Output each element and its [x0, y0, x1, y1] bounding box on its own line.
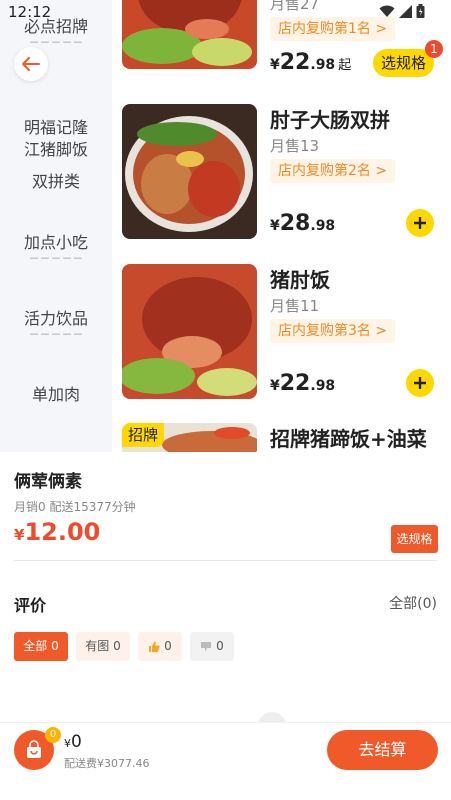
product-price: ¥22.98 — [270, 371, 336, 396]
detail-product-name: 俩荤俩素 — [14, 472, 82, 492]
product-name: 肘子大肠双拼 — [270, 108, 390, 132]
detail-product-price: ¥12.00 — [14, 518, 101, 546]
back-button[interactable] — [14, 47, 48, 81]
delivery-fee: 配送费¥3077.46 — [64, 757, 150, 770]
sidebar-item-extra-meat[interactable]: 单加肉 — [0, 384, 112, 406]
product-card[interactable]: 肘子大肠双拼 月售13 店内复购第2名 > ¥28.98 — [122, 104, 442, 239]
product-price: ¥28.98 — [270, 211, 336, 236]
shopping-bag-icon — [27, 740, 41, 758]
sidebar-item-label: 加点小吃 — [23, 233, 88, 252]
add-to-cart-button[interactable] — [406, 209, 434, 237]
sidebar-item-label: 单加肉 — [31, 385, 80, 404]
battery-icon — [416, 4, 425, 18]
cart-total: ¥0 — [64, 732, 82, 752]
cart-item-count-badge: 1 — [425, 40, 443, 58]
product-rank-badge[interactable]: 店内复购第3名 > — [270, 319, 396, 343]
product-sales: 月售13 — [270, 137, 320, 155]
sidebar-item-label: 活力饮品 — [23, 309, 88, 328]
status-time: 12:12 — [8, 3, 52, 21]
sidebar-item-double[interactable]: 双拼类 — [0, 171, 112, 193]
detail-product-meta: 月销0 配送15377分钟 — [14, 500, 136, 514]
plus-icon — [414, 217, 426, 229]
detail-select-spec-button[interactable]: 选规格 — [391, 525, 438, 553]
product-tag: 招牌 — [122, 423, 165, 447]
review-filter-all[interactable]: 全部 0 — [14, 632, 68, 661]
status-icons — [379, 4, 425, 18]
thumbs-down-icon — [201, 641, 212, 652]
reviews-title: 评价 — [14, 596, 47, 615]
cart-bar: 0 ¥0 配送费¥3077.46 去结算 — [0, 722, 451, 776]
product-image — [122, 104, 257, 239]
checkout-button[interactable]: 去结算 — [327, 730, 438, 770]
plus-icon — [414, 377, 426, 389]
signal-icon — [399, 4, 412, 18]
sidebar-item-drinks[interactable]: 活力饮品 －－－－－ — [0, 308, 112, 340]
product-price: ¥22.98 起 — [270, 50, 352, 75]
select-spec-button[interactable]: 选规格 — [373, 49, 435, 77]
review-filter-positive[interactable]: 0 — [138, 632, 182, 661]
product-image — [122, 264, 257, 399]
sidebar-item-pork-trotter[interactable]: 明福记隆 江猪脚饭 — [0, 95, 112, 183]
sidebar-item-label: 明福记隆 江猪脚饭 — [23, 118, 88, 159]
wifi-icon — [379, 5, 395, 17]
product-name: 猪肘饭 — [270, 268, 330, 292]
reviews-all-link[interactable]: 全部(0) — [389, 593, 437, 613]
sidebar-item-dash: －－－－－ — [28, 252, 84, 265]
sidebar-item-label: 双拼类 — [31, 172, 80, 191]
review-filter-negative[interactable]: 0 — [190, 632, 234, 661]
sidebar-item-dash: －－－－－ — [28, 36, 84, 49]
status-bar: 12:12 — [0, 0, 451, 24]
arrow-left-icon — [22, 57, 40, 71]
product-rank-badge[interactable]: 店内复购第2名 > — [270, 159, 396, 183]
sidebar-item-snacks[interactable]: 加点小吃 －－－－－ — [0, 232, 112, 264]
cart-count-badge: 0 — [45, 727, 61, 743]
review-filter-with-photos[interactable]: 有图 0 — [76, 632, 130, 661]
sidebar-item-dash: －－－－－ — [28, 328, 84, 341]
add-to-cart-button[interactable] — [406, 369, 434, 397]
product-sales: 月售11 — [270, 297, 320, 315]
divider — [14, 560, 437, 561]
product-name: 招牌猪蹄饭+油菜 — [270, 427, 427, 451]
thumbs-up-icon — [149, 641, 160, 652]
product-card[interactable]: 招牌 招牌猪蹄饭+油菜 — [122, 423, 442, 452]
product-card[interactable]: 猪肘饭 月售11 店内复购第3名 > ¥22.98 — [122, 264, 442, 399]
